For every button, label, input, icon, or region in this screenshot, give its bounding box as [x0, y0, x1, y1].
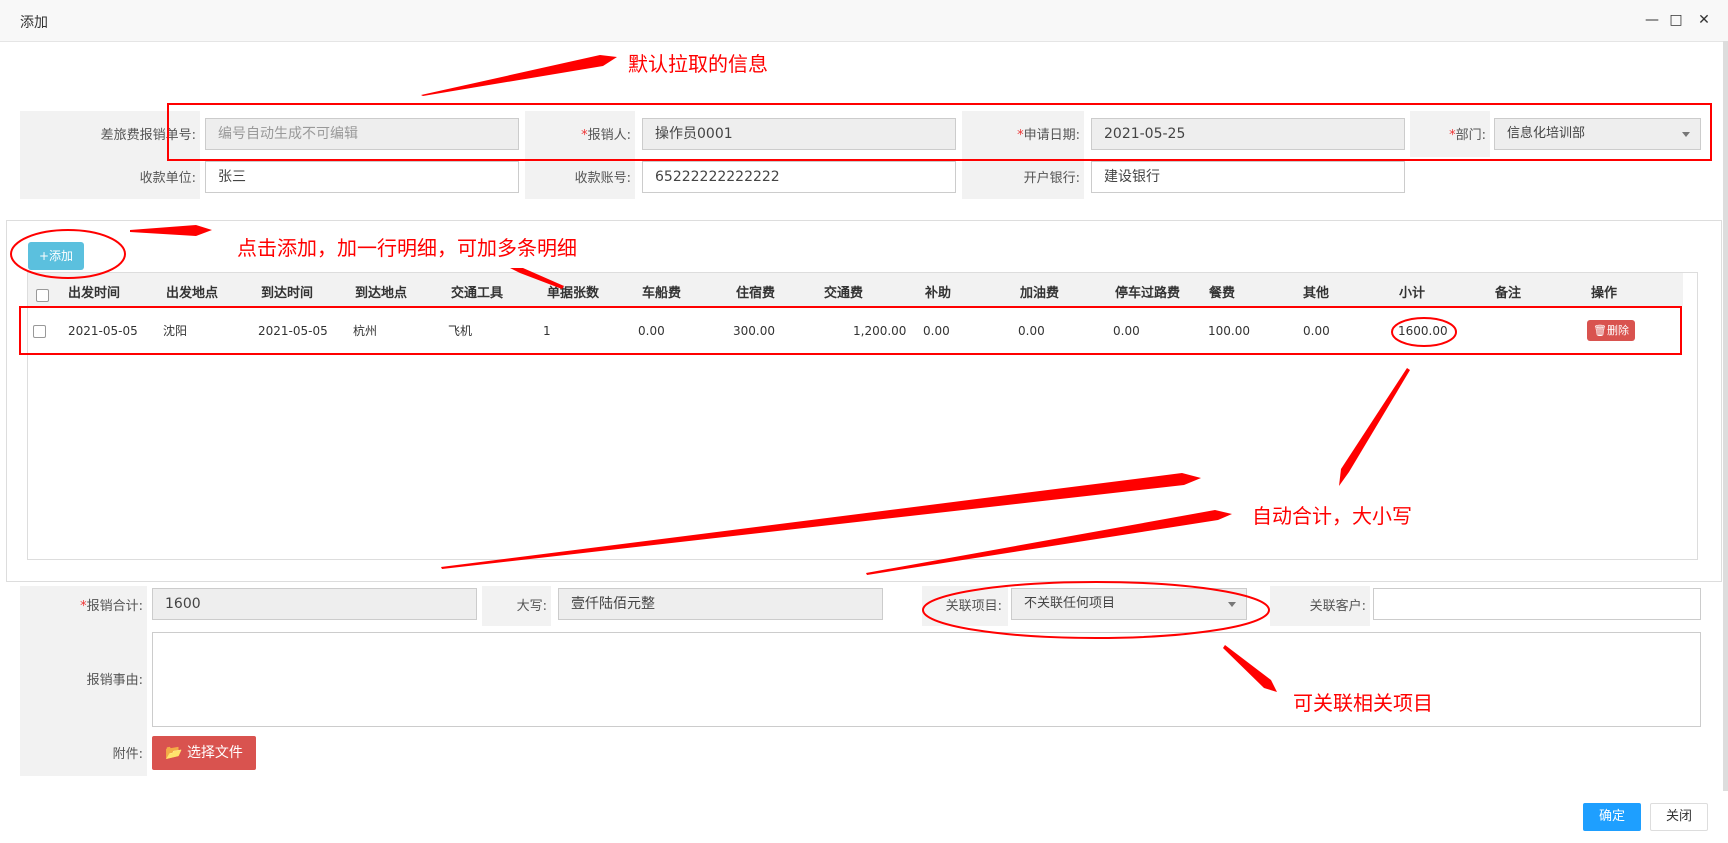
- dept-label: *部门:: [1449, 128, 1486, 143]
- column-header: 停车过路费: [1115, 286, 1181, 301]
- cell-meal-fee[interactable]: 100.00: [1208, 312, 1250, 350]
- payee-input[interactable]: 张三: [205, 161, 519, 193]
- reporter-input: 操作员0001: [642, 118, 956, 150]
- dialog-title-bar: 添加 — □ ✕: [0, 0, 1728, 42]
- column-header: 出发地点: [166, 286, 219, 301]
- column-header: 小计: [1399, 286, 1426, 301]
- project-label: 关联项目:: [945, 599, 1002, 614]
- column-header: 到达地点: [355, 286, 408, 301]
- chevron-down-icon: [1682, 132, 1690, 137]
- scrollbar[interactable]: [1723, 41, 1728, 791]
- cell-other-fee[interactable]: 0.00: [1303, 312, 1330, 350]
- cell-depart-time[interactable]: 2021-05-05: [68, 312, 138, 350]
- column-header: 餐费: [1209, 286, 1236, 301]
- cell-parking-fee[interactable]: 0.00: [1113, 312, 1140, 350]
- doc-no-label: 差旅费报销单号:: [100, 128, 196, 143]
- cell-transport[interactable]: 飞机: [448, 312, 472, 350]
- account-label: 收款账号:: [574, 171, 631, 186]
- row-checkbox[interactable]: [33, 325, 46, 338]
- annotation-add-row: 点击添加，加一行明细，可加多条明细: [237, 236, 577, 260]
- doc-no-input: 编号自动生成不可编辑: [205, 118, 519, 150]
- cell-traffic-fee[interactable]: 1,200.00: [853, 312, 906, 350]
- bank-input[interactable]: 建设银行: [1091, 161, 1405, 193]
- column-header: 车船费: [642, 286, 682, 301]
- column-header: 操作: [1591, 286, 1618, 301]
- cell-arrive-time[interactable]: 2021-05-05: [258, 312, 328, 350]
- cell-doc-count[interactable]: 1: [543, 312, 551, 350]
- total-input: 1600: [152, 588, 477, 620]
- cell-subtotal[interactable]: 1600.00: [1398, 312, 1448, 350]
- capital-input: 壹仟陆佰元整: [558, 588, 883, 620]
- delete-row-button[interactable]: 🗑删除: [1587, 320, 1635, 341]
- confirm-button[interactable]: 确定: [1583, 803, 1641, 831]
- cell-fuel-fee[interactable]: 0.00: [1018, 312, 1045, 350]
- bank-label: 开户银行:: [1023, 171, 1080, 186]
- total-label: *报销合计:: [80, 599, 143, 614]
- payee-label: 收款单位:: [139, 171, 196, 186]
- account-input[interactable]: 65222222222222: [642, 161, 956, 193]
- close-button[interactable]: 关闭: [1650, 803, 1708, 831]
- trash-icon: 🗑: [1593, 324, 1607, 337]
- capital-label: 大写:: [516, 599, 547, 614]
- apply-date-label: *申请日期:: [1017, 128, 1080, 143]
- column-header: 备注: [1495, 286, 1522, 301]
- chevron-down-icon: [1228, 602, 1236, 607]
- cell-depart-place[interactable]: 沈阳: [163, 312, 187, 350]
- cell-subsidy[interactable]: 0.00: [923, 312, 950, 350]
- table-row: 2021-05-05 沈阳 2021-05-05 杭州 飞机 1 0.00 300.00 1,2…: [28, 312, 1683, 350]
- column-header: 补助: [925, 286, 952, 301]
- cell-lodging-fee[interactable]: 300.00: [733, 312, 775, 350]
- annotation-arrow: [421, 55, 617, 96]
- project-select[interactable]: 不关联任何项目: [1011, 588, 1247, 620]
- column-header: 单据张数: [547, 286, 600, 301]
- column-header: 加油费: [1020, 286, 1060, 301]
- reason-textarea[interactable]: [152, 632, 1701, 727]
- choose-file-button[interactable]: 📂 选择文件: [152, 736, 256, 770]
- reason-label: 报销事由:: [86, 673, 143, 688]
- column-header: 其他: [1303, 286, 1330, 301]
- reporter-label: *报销人:: [581, 128, 631, 143]
- dialog-title: 添加: [20, 15, 48, 31]
- add-row-button[interactable]: +添加: [28, 242, 84, 270]
- folder-open-icon: 📂: [165, 745, 183, 761]
- cell-arrive-place[interactable]: 杭州: [353, 312, 377, 350]
- cell-vehicle-fee[interactable]: 0.00: [638, 312, 665, 350]
- close-icon[interactable]: ✕: [1696, 12, 1712, 28]
- annotation-auto-total: 自动合计，大小写: [1252, 504, 1412, 528]
- column-header: 出发时间: [68, 286, 121, 301]
- column-header: 交通费: [824, 286, 864, 301]
- column-header: 住宿费: [736, 286, 776, 301]
- annotation-link-project: 可关联相关项目: [1293, 691, 1433, 715]
- column-header: 到达时间: [261, 286, 314, 301]
- grid-header: 出发时间 出发地点 到达时间 到达地点 交通工具 单据张数 车船费 住宿费 交通费 补助 加油费 停车…: [28, 273, 1683, 306]
- column-header: 交通工具: [451, 286, 504, 301]
- annotation-default-info: 默认拉取的信息: [628, 52, 768, 76]
- apply-date-input: 2021-05-25: [1091, 118, 1405, 150]
- customer-input[interactable]: [1373, 588, 1701, 620]
- maximize-icon[interactable]: □: [1668, 12, 1684, 28]
- customer-label: 关联客户:: [1309, 599, 1366, 614]
- attach-label: 附件:: [112, 747, 143, 762]
- select-all-checkbox[interactable]: [36, 289, 49, 302]
- minimize-icon[interactable]: —: [1644, 12, 1660, 28]
- dept-select[interactable]: 信息化培训部: [1494, 118, 1701, 150]
